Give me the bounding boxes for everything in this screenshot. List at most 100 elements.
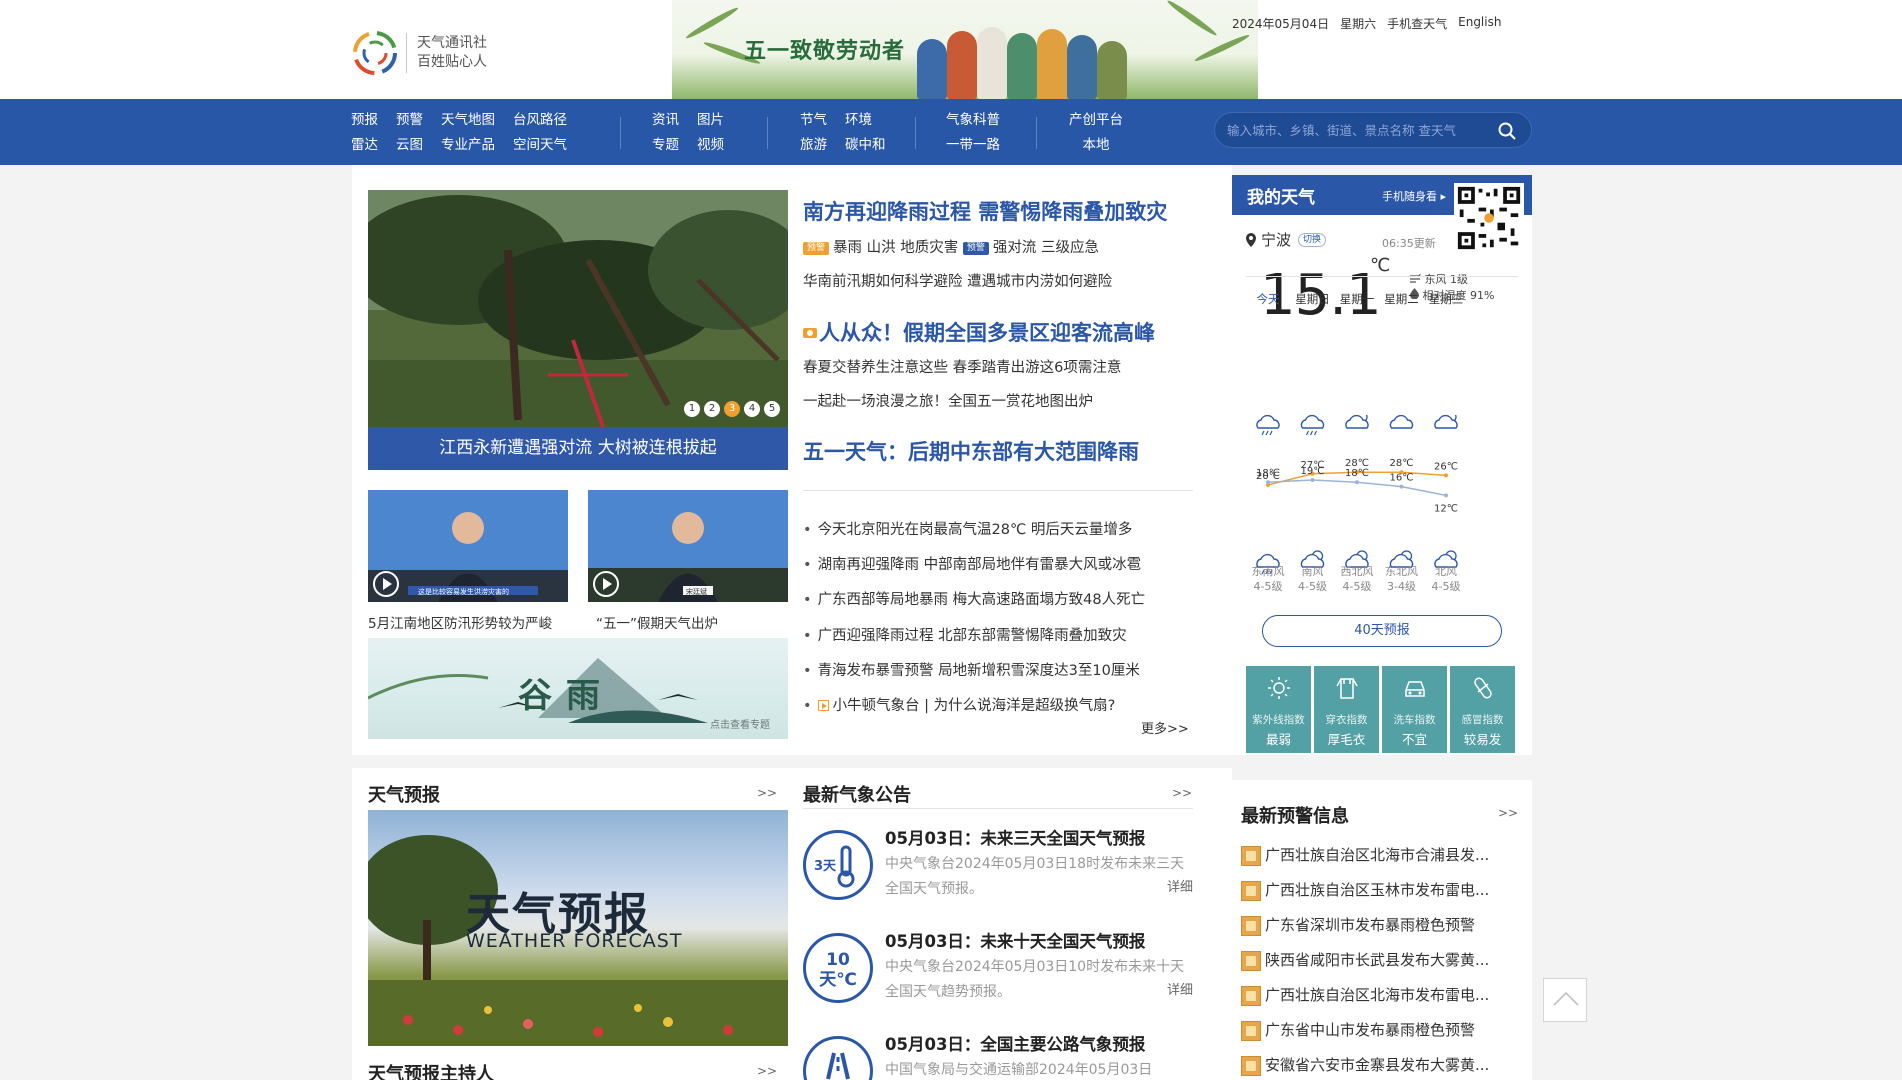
english-link[interactable]: English [1458, 15, 1501, 32]
guyu-topic-banner[interactable]: 谷雨 点击查看专题 [368, 638, 788, 739]
nav-item-warning[interactable]: 预警 [396, 108, 423, 133]
warning-item[interactable]: 陕西省咸阳市长武县发布大雾黄... [1241, 943, 1531, 978]
sublink-health-tips[interactable]: 春夏交替养生注意这些 春季踏青出游这6项需注意 [803, 356, 1121, 377]
play-icon [373, 571, 399, 597]
site-logo[interactable]: 天气通讯社 百姓贴心人 [352, 30, 487, 76]
nav-item-photos[interactable]: 图片 [697, 108, 724, 133]
news-item[interactable]: 今天北京阳光在岗最高气温28℃ 明后天云量增多 [803, 513, 1145, 548]
car-wash-index-card[interactable]: 洗车指数 不宜 [1382, 666, 1447, 753]
warning-item[interactable]: 广东省深圳市发布暴雨橙色预警 [1241, 908, 1531, 943]
slide-dot-5[interactable]: 5 [764, 401, 780, 417]
guyu-hint: 点击查看专题 [710, 720, 770, 731]
news-item[interactable]: 青海发布暴雪预警 局地新增积雪深度达3至10厘米 [803, 654, 1145, 689]
labor-day-banner[interactable]: 五一致敬劳动者 [672, 0, 1258, 99]
qr-code-icon[interactable] [1454, 183, 1524, 253]
low-temp-line-point [1444, 493, 1448, 498]
video-caption-flood[interactable]: 5月江南地区防汛形势较为严峻 [368, 612, 552, 632]
notice-detail-link[interactable]: 详细 [1167, 876, 1193, 895]
nav-item-belt-road[interactable]: 一带一路 [946, 133, 1000, 158]
nav-item-videos[interactable]: 视频 [697, 133, 724, 158]
sublink-flood-safety[interactable]: 华南前汛期如何科学避险 遭遇城市内涝如何避险 [803, 270, 1112, 291]
slide-dot-4[interactable]: 4 [744, 401, 760, 417]
nav-item-weather-map[interactable]: 天气地图 [441, 108, 495, 133]
switch-city-button[interactable]: 切换 [1298, 232, 1327, 247]
logo-line1: 天气通讯社 [417, 35, 487, 51]
nav-item-space-weather[interactable]: 空间天气 [513, 133, 567, 158]
notices-section-more[interactable]: >> [1172, 786, 1192, 800]
nav-item-solar-terms[interactable]: 节气 [800, 108, 827, 133]
headline-rain[interactable]: 南方再迎降雨过程 需警惕降雨叠加致灾 [803, 196, 1167, 226]
search-icon[interactable] [1497, 121, 1517, 141]
video-thumb-flood[interactable]: 这是比较容易发生洪涝灾害的 [368, 490, 568, 602]
nav-item-forecast[interactable]: 预报 [351, 108, 378, 133]
nav-item-carbon-neutral[interactable]: 碳中和 [845, 133, 886, 158]
top-links: 2024年05月04日 星期六 手机查天气 English [1232, 15, 1501, 32]
banner-leaf [1193, 32, 1251, 64]
video-caption-mayday[interactable]: “五一”假期天气出炉 [596, 612, 718, 632]
forty-day-forecast-button[interactable]: 40天预报 [1262, 615, 1502, 647]
nav-item-topics[interactable]: 专题 [652, 133, 679, 158]
low-temp-label: 19℃ [1301, 466, 1325, 477]
uv-index-card[interactable]: 紫外线指数 最弱 [1246, 666, 1311, 753]
warnings-title[interactable]: 最新预警信息 [1241, 802, 1349, 828]
news-item[interactable]: 广东西部等局地暴雨 梅大高速路面塌方致48人死亡 [803, 583, 1146, 618]
hero-caption[interactable]: 江西永新遭遇强对流 大树被连根拔起 [368, 427, 788, 470]
slide-dot-1[interactable]: 1 [684, 401, 700, 417]
thermometer-3day-icon: 3天 [803, 830, 873, 900]
notice-title[interactable]: 05月03日：未来十天全国天气预报 [885, 928, 1145, 952]
slide-dot-2[interactable]: 2 [704, 401, 720, 417]
news-item[interactable]: 广西迎强降雨过程 北部东部需警惕降雨叠加致灾 [803, 619, 1145, 654]
nav-item-environment[interactable]: 环境 [845, 108, 886, 133]
mobile-weather-link[interactable]: 手机查天气 [1387, 15, 1447, 32]
clothing-index-card[interactable]: 穿衣指数 厚毛衣 [1314, 666, 1379, 753]
warning-item[interactable]: 广东省中山市发布暴雨橙色预警 [1241, 1013, 1531, 1048]
news-more-link[interactable]: 更多>> [1141, 718, 1189, 737]
index-value: 最弱 [1265, 732, 1291, 747]
nav-item-typhoon[interactable]: 台风路径 [513, 108, 567, 133]
sublink-rainstorm[interactable]: 暴雨 山洪 地质灾害 [833, 240, 958, 256]
sublink-convection[interactable]: 强对流 三级应急 [993, 240, 1099, 256]
nav-item-local[interactable]: 本地 [1083, 133, 1110, 158]
warning-item[interactable]: 广西壮族自治区北海市发布雷电... [1241, 978, 1531, 1013]
video-thumb-mayday[interactable]: 宋廷斌 [588, 490, 788, 602]
sublink-flower-map[interactable]: 一起赴一场浪漫之旅！全国五一赏花地图出炉 [803, 390, 1093, 411]
notice-icon-text: 3天 [814, 859, 837, 874]
headline-mayday-weather[interactable]: 五一天气：后期中东部有大范围降雨 [803, 436, 1139, 466]
nav-item-travel[interactable]: 旅游 [800, 133, 827, 158]
nav-item-science[interactable]: 气象科普 [946, 108, 1000, 133]
notice-title[interactable]: 05月03日：全国主要公路气象预报 [885, 1031, 1145, 1055]
warning-text: 广西壮族自治区玉林市发布雷电... [1265, 881, 1490, 899]
headline-rain-sublinks: 预警 暴雨 山洪 地质灾害 预警 强对流 三级应急 [803, 236, 1099, 257]
warning-item[interactable]: 广西壮族自治区北海市合浦县发... [1241, 838, 1531, 873]
notices-section-title[interactable]: 最新气象公告 [803, 781, 911, 807]
news-item-video[interactable]: 小牛顿气象台 | 为什么说海洋是超级换气扇? [803, 689, 1145, 724]
warning-item[interactable]: 广西壮族自治区玉林市发布雷电... [1241, 873, 1531, 908]
headline-crowds[interactable]: 人从众！假期全国多景区迎客流高峰 [803, 317, 1155, 347]
nav-item-platform[interactable]: 产创平台 [1069, 108, 1123, 133]
slide-dot-3[interactable]: 3 [724, 401, 740, 417]
news-item[interactable]: 湖南再迎强降雨 中部南部局地伴有雷暴大风或冰雹 [803, 548, 1145, 583]
notice-title[interactable]: 05月03日：未来三天全国天气预报 [885, 825, 1145, 849]
forecast-video-image[interactable]: 天气预报 WEATHER FORECAST [368, 810, 788, 1046]
forecast-host-more[interactable]: >> [757, 1064, 777, 1078]
forecast-day-label[interactable]: 星期三 [1419, 291, 1473, 307]
cold-index-card[interactable]: 感冒指数 较易发 [1450, 666, 1515, 753]
nav-item-news[interactable]: 资讯 [652, 108, 679, 133]
notice-icon-text: 10天℃ [819, 950, 857, 990]
back-to-top-button[interactable] [1543, 978, 1587, 1022]
nav-item-pro-products[interactable]: 专业产品 [441, 133, 495, 158]
warning-item[interactable]: 安徽省六安市金寨县发布大雾黄... [1241, 1048, 1531, 1080]
logo-swirl-icon [353, 31, 397, 75]
partly-cloudy-icon [1434, 415, 1458, 429]
forecast-section-more[interactable]: >> [757, 786, 777, 800]
forecast-section-title[interactable]: 天气预报 [368, 781, 440, 807]
nav-item-radar[interactable]: 雷达 [351, 133, 378, 158]
notice-detail-link[interactable]: 详细 [1167, 979, 1193, 998]
warnings-more[interactable]: >> [1498, 806, 1518, 820]
city-search-input[interactable] [1227, 119, 1487, 141]
notice-desc: 中国气象局与交通运输部2024年05月03日 [885, 1062, 1153, 1078]
warning-icon [1241, 1020, 1261, 1041]
forecast-host-title[interactable]: 天气预报主持人 [368, 1060, 494, 1080]
nav-item-cloud-map[interactable]: 云图 [396, 133, 423, 158]
hero-slideshow[interactable]: 1 2 3 4 5 江西永新遭遇强对流 大树被连根拔起 [368, 190, 788, 470]
